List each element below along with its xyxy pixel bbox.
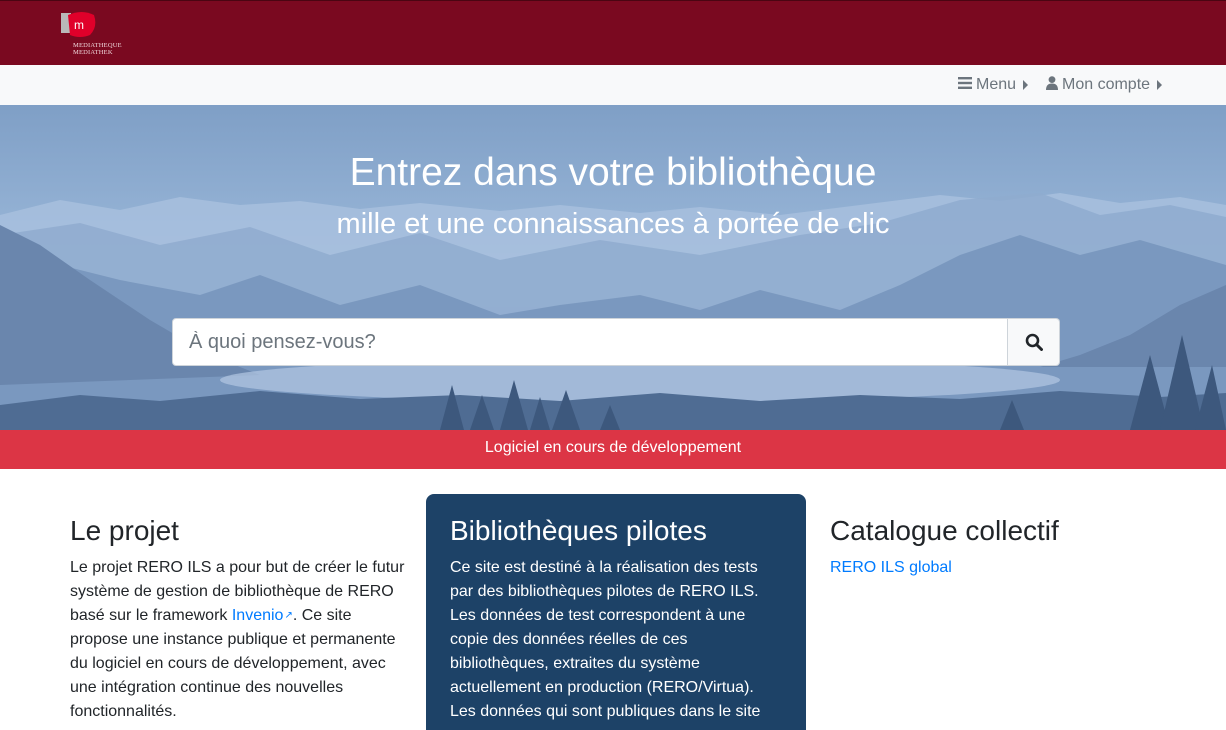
menu-dropdown[interactable]: Menu (958, 75, 1029, 95)
bars-icon (958, 76, 972, 94)
invenio-link[interactable]: Invenio (232, 607, 284, 624)
logo-wordmark: MEDIATHEQUE MEDIATHEK (73, 42, 122, 56)
search-bar (172, 318, 1060, 366)
catalog-section: Catalogue collectif RERO ILS global (830, 514, 1160, 580)
catalog-heading: Catalogue collectif (830, 515, 1059, 546)
logo-line-2: MEDIATHEK (73, 48, 113, 56)
mediatheque-logo[interactable]: m MEDIATHEQUE MEDIATHEK (60, 11, 130, 59)
search-input[interactable] (172, 318, 1008, 366)
project-section: Le projet Le projet RERO ILS a pour but … (70, 514, 405, 724)
rero-ils-global-link[interactable]: RERO ILS global (830, 559, 952, 576)
pilot-libraries-card: Bibliothèques pilotes Ce site est destin… (426, 494, 806, 730)
menu-label: Menu (976, 76, 1017, 93)
caret-right-icon (1023, 80, 1029, 90)
search-button[interactable] (1008, 318, 1060, 366)
user-icon (1046, 75, 1058, 95)
project-text: Le projet RERO ILS a pour but de créer l… (70, 556, 405, 724)
logo-mark-icon: m (61, 12, 96, 37)
caret-right-icon (1157, 80, 1163, 90)
pilots-text: Ce site est destiné à la réalisation des… (450, 559, 761, 720)
hero-section: Entrez dans votre bibliothèque mille et … (0, 105, 1226, 430)
hero-title: Entrez dans votre bibliothèque (349, 151, 877, 194)
project-heading: Le projet (70, 515, 179, 546)
pilots-heading: Bibliothèques pilotes (450, 515, 707, 546)
hero-subtitle: mille et une connaissances à portée de c… (336, 208, 890, 240)
top-navbar: Menu Mon compte (0, 65, 1226, 105)
external-link-icon: ↗ (284, 610, 293, 621)
account-dropdown[interactable]: Mon compte (1046, 75, 1163, 95)
brand-header: m MEDIATHEQUE MEDIATHEK (0, 0, 1226, 65)
development-notice-banner: Logiciel en cours de développement (0, 430, 1226, 469)
logo-letter: m (74, 18, 84, 32)
account-label: Mon compte (1062, 76, 1151, 93)
search-icon (1025, 333, 1043, 351)
